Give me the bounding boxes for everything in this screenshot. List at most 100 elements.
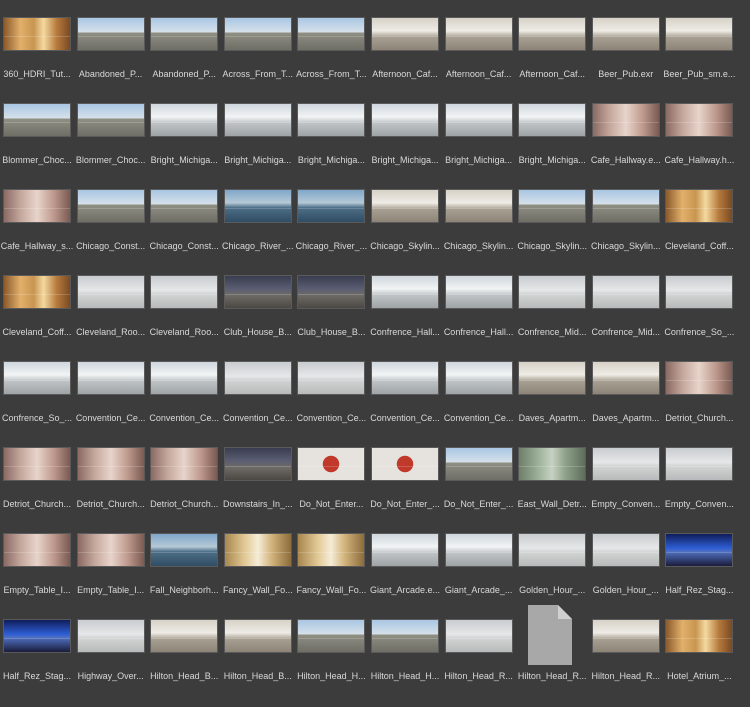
file-tile[interactable]: Chicago_Skylin... [442, 172, 516, 258]
file-tile[interactable]: Detriot_Church... [0, 430, 74, 516]
file-tile[interactable]: Hilton_Head_B... [147, 602, 221, 688]
file-name-label: Detriot_Church... [76, 499, 145, 509]
file-tile[interactable]: Confrence_Mid... [515, 258, 589, 344]
file-tile[interactable]: Bright_Michiga... [221, 86, 295, 172]
file-tile[interactable]: Hilton_Head_B... [221, 602, 295, 688]
file-tile[interactable]: Bright_Michiga... [294, 86, 368, 172]
file-tile[interactable]: Detriot_Church... [147, 430, 221, 516]
file-name-label: Chicago_Const... [149, 241, 219, 251]
file-tile[interactable]: Afternoon_Caf... [368, 0, 442, 86]
file-tile[interactable]: Club_House_B... [294, 258, 368, 344]
file-tile[interactable]: Chicago_Skylin... [515, 172, 589, 258]
file-tile[interactable]: Detriot_Church... [662, 344, 736, 430]
file-tile[interactable]: Hilton_Head_R... [442, 602, 516, 688]
file-tile[interactable]: Afternoon_Caf... [515, 0, 589, 86]
file-tile[interactable]: Confrence_So_... [662, 258, 736, 344]
file-tile[interactable]: Across_From_T... [221, 0, 295, 86]
file-name-label: Convention_Ce... [149, 413, 219, 423]
file-name-label: Chicago_River_... [222, 241, 294, 251]
panorama-thumbnail [223, 619, 292, 653]
file-tile[interactable]: Beer_Pub.exr [589, 0, 663, 86]
panorama-thumbnail [3, 103, 71, 137]
file-tile[interactable]: Cleveland_Coff... [662, 172, 736, 258]
file-tile[interactable]: Chicago_Skylin... [368, 172, 442, 258]
file-tile[interactable]: Golden_Hour_... [515, 516, 589, 602]
file-tile[interactable]: Cleveland_Roo... [147, 258, 221, 344]
file-name-label: Cleveland_Coff... [664, 241, 734, 251]
file-tile[interactable]: Convention_Ce... [368, 344, 442, 430]
file-tile[interactable]: Beer_Pub_sm.e... [662, 0, 736, 86]
file-tile[interactable]: 360_HDRI_Tut... [0, 0, 74, 86]
file-tile[interactable]: Confrence_Hall... [442, 258, 516, 344]
file-tile[interactable]: Convention_Ce... [294, 344, 368, 430]
file-tile[interactable]: Bright_Michiga... [368, 86, 442, 172]
file-tile[interactable]: Half_Rez_Stag... [662, 516, 736, 602]
file-tile[interactable]: Hotel_Atrium_... [662, 602, 736, 688]
file-tile[interactable]: Confrence_So_... [0, 344, 74, 430]
file-tile[interactable]: Chicago_River_... [294, 172, 368, 258]
file-tile[interactable]: Bright_Michiga... [515, 86, 589, 172]
file-tile[interactable]: Blommer_Choc... [74, 86, 148, 172]
file-tile[interactable]: Chicago_Skylin... [589, 172, 663, 258]
file-tile[interactable]: Do_Not_Enter... [294, 430, 368, 516]
file-tile[interactable]: East_Wall_Detr... [515, 430, 589, 516]
file-name-label: Afternoon_Caf... [519, 69, 585, 79]
file-tile[interactable]: Empty_Table_I... [74, 516, 148, 602]
panorama-thumbnail [371, 447, 439, 481]
file-tile[interactable]: Convention_Ce... [74, 344, 148, 430]
file-tile[interactable]: Chicago_Const... [74, 172, 148, 258]
file-name-label: Cafe_Hallway.h... [664, 155, 735, 165]
file-tile[interactable]: Downstairs_In_... [221, 430, 295, 516]
file-tile[interactable]: Giant_Arcade_... [442, 516, 516, 602]
file-name-label: Chicago_Const... [76, 241, 146, 251]
file-tile[interactable]: Convention_Ce... [442, 344, 516, 430]
file-tile[interactable]: Chicago_River_... [221, 172, 295, 258]
file-tile[interactable]: Fancy_Wall_Fo... [221, 516, 295, 602]
file-tile[interactable]: Do_Not_Enter_... [368, 430, 442, 516]
file-tile[interactable]: Half_Rez_Stag... [0, 602, 74, 688]
file-tile[interactable]: Fall_Neighborh... [147, 516, 221, 602]
file-tile[interactable]: Confrence_Mid... [589, 258, 663, 344]
file-tile[interactable]: Giant_Arcade.e... [368, 516, 442, 602]
file-tile[interactable]: Cafe_Hallway.e... [589, 86, 663, 172]
file-tile[interactable]: Abandoned_P... [147, 0, 221, 86]
file-tile[interactable]: Fancy_Wall_Fo... [294, 516, 368, 602]
panorama-thumbnail [665, 619, 734, 653]
file-name-label: Club_House_B... [223, 327, 292, 337]
file-tile[interactable]: Across_From_T... [294, 0, 368, 86]
panorama-thumbnail [591, 17, 660, 51]
file-tile[interactable]: Chicago_Const... [147, 172, 221, 258]
panorama-thumbnail [150, 103, 219, 137]
file-tile[interactable]: Cafe_Hallway.h... [662, 86, 736, 172]
file-tile[interactable]: Highway_Over... [74, 602, 148, 688]
file-tile[interactable]: Bright_Michiga... [442, 86, 516, 172]
file-tile[interactable]: Empty_Table_I... [0, 516, 74, 602]
file-tile[interactable]: Abandoned_P... [74, 0, 148, 86]
file-tile[interactable]: Do_Not_Enter_... [442, 430, 516, 516]
file-tile[interactable]: Bright_Michiga... [147, 86, 221, 172]
file-tile[interactable]: Daves_Apartm... [515, 344, 589, 430]
file-tile[interactable]: Detriot_Church... [74, 430, 148, 516]
file-tile[interactable]: Daves_Apartm... [589, 344, 663, 430]
file-tile[interactable]: Hilton_Head_R... [589, 602, 663, 688]
file-tile[interactable]: Club_House_B... [221, 258, 295, 344]
file-tile[interactable]: Hilton_Head_H... [368, 602, 442, 688]
file-tile[interactable]: Convention_Ce... [221, 344, 295, 430]
file-tile[interactable]: Golden_Hour_... [589, 516, 663, 602]
file-tile[interactable]: Convention_Ce... [147, 344, 221, 430]
file-tile[interactable]: Hilton_Head_R... [515, 602, 589, 688]
file-name-label: Daves_Apartm... [592, 413, 660, 423]
file-tile[interactable]: Empty_Conven... [589, 430, 663, 516]
file-tile[interactable]: Cafe_Hallway_s... [0, 172, 74, 258]
file-tile[interactable]: Empty_Conven... [662, 430, 736, 516]
file-tile[interactable]: Cleveland_Roo... [74, 258, 148, 344]
file-tile[interactable]: Cleveland_Coff... [0, 258, 74, 344]
file-tile[interactable]: Blommer_Choc... [0, 86, 74, 172]
panorama-thumbnail [223, 361, 292, 395]
file-tile[interactable]: Confrence_Hall... [368, 258, 442, 344]
file-tile[interactable]: Hilton_Head_H... [294, 602, 368, 688]
file-tile[interactable]: Afternoon_Caf... [442, 0, 516, 86]
file-name-label: Giant_Arcade_... [444, 585, 513, 595]
panorama-thumbnail [76, 619, 145, 653]
panorama-thumbnail [444, 17, 513, 51]
